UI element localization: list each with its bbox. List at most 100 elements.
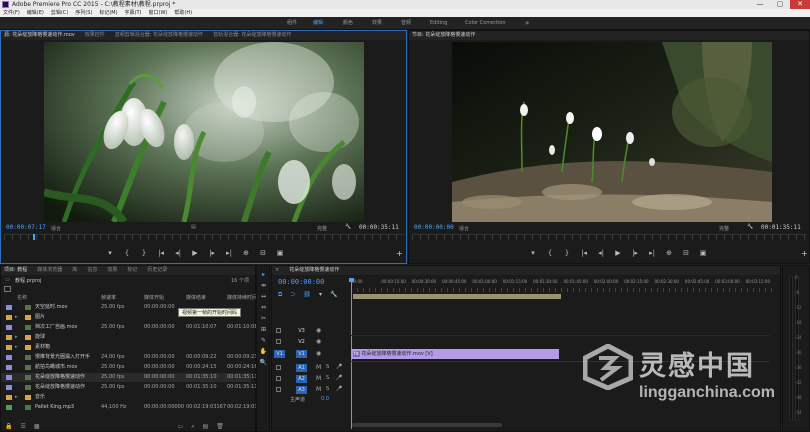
program-fit-select[interactable]: 适合 — [459, 225, 469, 232]
label-color-swatch[interactable] — [6, 405, 12, 410]
linked-selection-icon[interactable]: ⛓ — [303, 291, 311, 299]
track-target-label[interactable]: V2 — [296, 338, 307, 346]
timeline-video-clip[interactable]: fx 花朵绽放降格慢速动作.mov [V] — [351, 349, 559, 359]
add-marker-icon[interactable]: ▾ — [106, 249, 114, 257]
menu-help[interactable]: 帮助(H) — [174, 9, 192, 17]
source-quality-select[interactable]: 完整 — [317, 225, 327, 232]
tab-libraries[interactable]: 库 — [72, 266, 77, 275]
program-wrench-icon[interactable]: 🔧 — [747, 224, 753, 230]
list-item[interactable]: 航拍鸟瞰城市.mov 25.00 fps 00:00:00:00 00:00:24:1… — [1, 363, 258, 372]
disclosure-triangle-icon[interactable]: ▸ — [15, 333, 18, 342]
tab-effects[interactable]: 效果 — [107, 266, 117, 275]
program-go-to-in-icon[interactable]: |◂ — [580, 249, 588, 257]
mark-out-icon[interactable]: } — [140, 249, 148, 257]
overwrite-icon[interactable]: ⊟ — [259, 249, 267, 257]
track-lock-icon[interactable] — [276, 376, 281, 381]
bin-row[interactable]: ▸ 旋球 — [1, 333, 251, 342]
ripple-edit-tool-icon[interactable]: ↔ — [259, 293, 268, 301]
track-lock-icon[interactable] — [276, 339, 281, 344]
label-color-swatch[interactable] — [6, 355, 12, 360]
program-add-button-icon[interactable]: + — [801, 249, 808, 258]
tab-project[interactable]: 项目: 教程 — [4, 266, 27, 275]
tab-media-browser[interactable]: 媒体浏览器 — [37, 266, 62, 275]
workspace-color-correction[interactable]: Color Correction — [465, 17, 506, 30]
disclosure-triangle-icon[interactable]: ▸ — [15, 313, 18, 322]
find-icon[interactable]: ⌕ — [191, 423, 194, 431]
work-area-bar[interactable] — [353, 294, 561, 299]
go-to-out-icon[interactable]: ▸| — [225, 249, 233, 257]
menu-window[interactable]: 窗口(W) — [149, 9, 168, 17]
pen-tool-icon[interactable]: ✎ — [259, 337, 268, 345]
col-name[interactable]: 名称 — [17, 294, 27, 303]
source-settings-icon[interactable]: ▤ — [191, 224, 196, 230]
list-item[interactable]: Pallet King.mp3 44,100 Hz 00:00:00:00000 00… — [1, 403, 267, 412]
program-mark-out-icon[interactable]: } — [563, 249, 571, 257]
workspace-audio[interactable]: 音频 — [401, 17, 411, 30]
nest-icon[interactable]: ⧉ — [278, 291, 282, 299]
track-visibility-eye-icon[interactable]: ◉ — [316, 338, 321, 345]
program-time-ruler[interactable] — [412, 234, 807, 240]
hand-tool-icon[interactable]: ✋ — [259, 348, 268, 356]
lock-icon[interactable]: 🔒 — [5, 423, 12, 431]
new-bin-icon[interactable]: ▭ — [178, 423, 184, 431]
track-target-label[interactable]: A2 — [296, 375, 307, 383]
tab-source[interactable]: 源: 花朵绽放降格慢速动作.mov — [4, 31, 75, 40]
menu-marker[interactable]: 标记(M) — [99, 9, 117, 17]
track-solo-button[interactable]: S — [326, 364, 329, 370]
playhead-handle[interactable] — [349, 278, 354, 282]
timeline-timecode[interactable]: 00:00:00:00 — [278, 278, 324, 286]
label-color-swatch[interactable] — [6, 305, 12, 310]
track-target-label[interactable]: V1 — [296, 350, 307, 358]
disclosure-triangle-icon[interactable]: ▸ — [15, 343, 18, 352]
program-mark-in-icon[interactable]: { — [546, 249, 554, 257]
add-marker-timeline-icon[interactable]: ▾ — [319, 291, 322, 299]
list-item[interactable]: 花朵绽放降格慢速动作 25.00 fps 00:00:00:00 00:01:35:1… — [1, 383, 258, 392]
extract-icon[interactable]: ⊟ — [682, 249, 690, 257]
program-add-marker-icon[interactable]: ▾ — [529, 249, 537, 257]
tab-effect-controls[interactable]: 效果控件 — [85, 31, 105, 40]
minimize-button[interactable]: — — [750, 0, 770, 9]
program-step-back-icon[interactable]: ◂| — [597, 249, 605, 257]
track-target-label[interactable]: A3 — [296, 386, 307, 394]
source-fit-select[interactable]: 适合 — [51, 225, 61, 232]
track-voiceover-mic-icon[interactable]: 🎤 — [336, 375, 342, 381]
program-go-to-out-icon[interactable]: ▸| — [648, 249, 656, 257]
source-patch-v1[interactable]: V1 — [274, 350, 285, 358]
col-media-end[interactable]: 媒体结束 — [186, 294, 206, 303]
step-forward-icon[interactable]: |▸ — [208, 249, 216, 257]
track-mute-button[interactable]: M — [316, 386, 321, 393]
export-frame-icon[interactable]: ▣ — [276, 249, 284, 257]
track-select-tool-icon[interactable]: ⇹ — [259, 282, 268, 290]
source-video-frame[interactable] — [44, 42, 364, 222]
track-voiceover-mic-icon[interactable]: 🎤 — [336, 386, 342, 392]
track-target-label[interactable]: A1 — [296, 364, 307, 372]
bin-row[interactable]: ▸ 素材箱 — [1, 343, 251, 352]
workspace-overflow-icon[interactable]: » — [525, 17, 529, 30]
track-lock-icon[interactable] — [276, 365, 281, 370]
master-volume-value[interactable]: 0.0 — [321, 396, 329, 402]
icon-view-icon[interactable]: ▦ — [34, 423, 40, 431]
program-video-frame[interactable] — [452, 42, 772, 222]
source-playhead[interactable] — [33, 234, 35, 240]
razor-tool-icon[interactable]: ✂ — [259, 315, 268, 323]
track-mute-button[interactable]: M — [316, 364, 321, 371]
label-color-swatch[interactable] — [6, 315, 12, 320]
source-timecode[interactable]: 00:00:07:17 — [6, 224, 46, 231]
list-item[interactable]: 档次工厂自画.mov 25.00 fps 00:00:00:00 00:01:10:0… — [1, 323, 258, 332]
track-solo-button[interactable]: S — [326, 386, 329, 392]
workspace-editing-en[interactable]: Editing — [430, 17, 447, 30]
track-solo-button[interactable]: S — [326, 375, 329, 381]
tab-timeline-sequence[interactable]: 花朵绽放降格慢速动作 — [289, 266, 339, 275]
menu-file[interactable]: 文件(F) — [3, 9, 20, 17]
rate-stretch-tool-icon[interactable]: ⇔ — [259, 304, 268, 312]
list-item[interactable]: 花朵绽放降格慢速动作 25.00 fps 00:00:00:00 00:01:35:1… — [1, 373, 258, 382]
timeline-close-icon[interactable]: × — [275, 266, 279, 275]
menu-edit[interactable]: 编辑(E) — [27, 9, 44, 17]
mark-in-icon[interactable]: { — [123, 249, 131, 257]
tab-history[interactable]: 历史记录 — [147, 266, 167, 275]
label-color-swatch[interactable] — [6, 365, 12, 370]
lift-icon[interactable]: ⊕ — [665, 249, 673, 257]
col-media-start[interactable]: 媒体开始 — [144, 294, 164, 303]
list-item[interactable]: 慢推背景光圈漏入灯开手 24.00 fps 00:00:00:00 00:00:09:… — [1, 353, 258, 362]
tab-markers[interactable]: 标记 — [127, 266, 137, 275]
